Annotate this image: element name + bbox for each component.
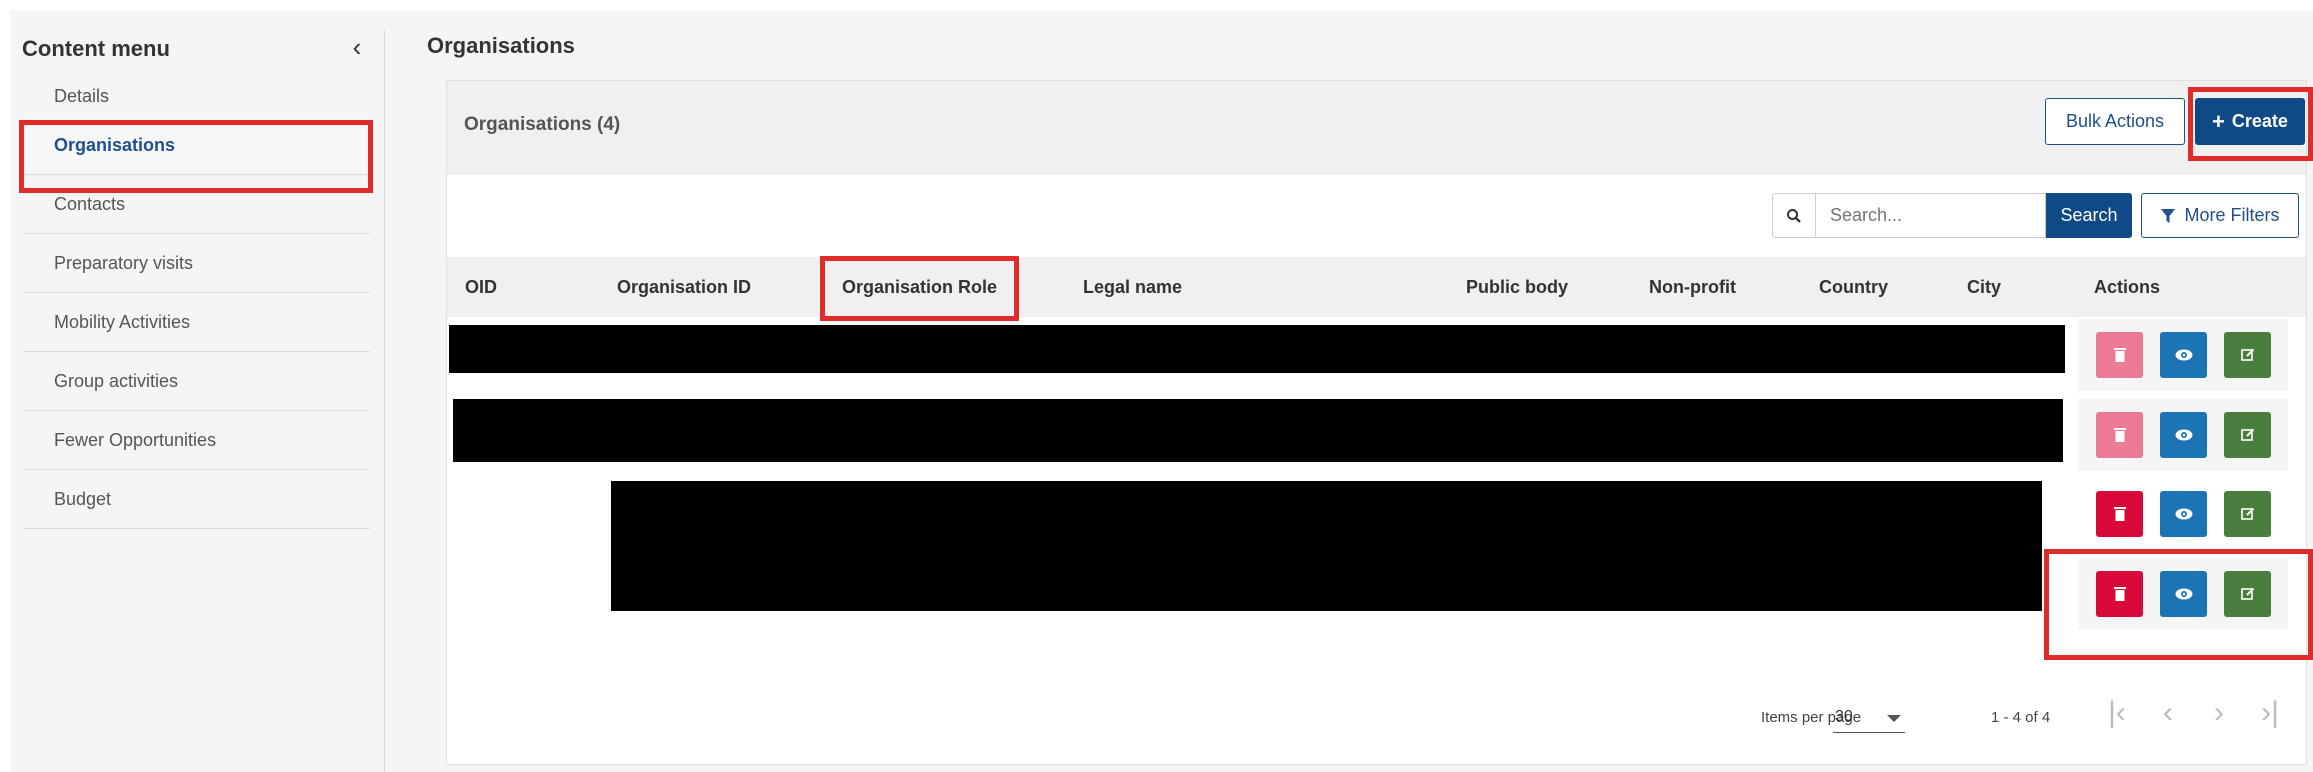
table-row [2078,319,2288,391]
edit-button[interactable] [2224,571,2271,617]
search-input[interactable] [1816,193,2046,238]
filter-icon [2161,208,2176,223]
edit-icon [2240,587,2254,600]
edit-button[interactable] [2224,332,2271,378]
view-button[interactable] [2160,332,2207,378]
sidebar-item-contacts[interactable]: Contacts [24,175,370,234]
column-header-public-body[interactable]: Public body [1466,257,1568,317]
create-button[interactable]: + Create [2195,98,2305,145]
create-button-label: Create [2231,111,2288,131]
redacted-row-content [449,325,2065,373]
eye-icon [2175,588,2192,600]
redacted-row-content [611,481,2042,611]
chevron-left-icon[interactable]: ‹ [345,34,369,60]
delete-button[interactable] [2096,491,2143,537]
trash-icon [2113,507,2126,521]
trash-icon [2113,428,2126,442]
sidebar-item-details[interactable]: Details [24,86,370,116]
column-header-city: City [1967,277,2002,297]
sidebar-item-mobility-activities[interactable]: Mobility Activities [24,293,370,352]
column-header-organisation-id[interactable]: Organisation ID [617,257,751,317]
chevron-down-icon [1887,715,1901,722]
sidebar-item-organisations[interactable]: Organisations [24,116,370,175]
first-page-icon[interactable]: |‹ [2102,696,2132,730]
delete-button[interactable] [2096,332,2143,378]
content-menu: Details Organisations Contacts Preparato… [24,86,370,529]
edit-button[interactable] [2224,412,2271,458]
bulk-actions-button[interactable]: Bulk Actions [2045,98,2185,145]
column-header-legal-name[interactable]: Legal name [1083,257,1182,317]
table-row [2078,478,2288,550]
more-filters-label: More Filters [2184,205,2280,225]
content-menu-sidebar: Content menu ‹ Details Organisations Con… [10,10,390,772]
column-header-oid[interactable]: OID [465,257,497,317]
edit-button[interactable] [2224,491,2271,537]
table-header: OID Organisation ID Organisation Role Le… [447,257,2306,317]
page-range: 1 - 4 of 4 [1991,709,2051,726]
column-header-country[interactable]: Country [1819,257,1888,317]
delete-button[interactable] [2096,412,2143,458]
edit-icon [2240,507,2254,520]
search-icon-box [1772,193,1816,238]
view-button[interactable] [2160,571,2207,617]
search-button[interactable]: Search [2046,193,2132,238]
edit-icon [2240,348,2254,361]
sidebar-title: Content menu [22,36,170,61]
trash-icon [2113,587,2126,601]
sidebar-item-group-activities[interactable]: Group activities [24,352,370,411]
redacted-row-content [453,399,2063,462]
eye-icon [2175,349,2192,361]
panel-title: Organisations (4) [464,114,621,135]
trash-icon [2113,348,2126,362]
search-icon [1787,208,1801,223]
plus-icon: + [2212,108,2225,134]
column-header-non-profit[interactable]: Non-profit [1649,257,1736,317]
last-page-icon[interactable]: ›| [2255,696,2285,730]
delete-button[interactable] [2096,571,2143,617]
prev-page-icon[interactable]: ‹ [2153,696,2183,730]
organisations-panel: Organisations (4) Bulk Actions + Create … [446,80,2307,765]
panel-header: Organisations (4) Bulk Actions + Create [447,81,2306,174]
table-row [2078,399,2288,471]
view-button[interactable] [2160,412,2207,458]
sidebar-item-preparatory-visits[interactable]: Preparatory visits [24,234,370,293]
column-header-organisation-role[interactable]: Organisation Role [842,257,997,317]
more-filters-button[interactable]: More Filters [2141,193,2299,238]
page-title: Organisations [427,33,575,58]
sidebar-divider [384,30,385,772]
eye-icon [2175,508,2192,520]
view-button[interactable] [2160,491,2207,537]
edit-icon [2240,428,2254,441]
sidebar-item-fewer-opportunities[interactable]: Fewer Opportunities [24,411,370,470]
next-page-icon[interactable]: › [2204,696,2234,730]
column-header-actions: Actions [2094,277,2161,297]
eye-icon [2175,429,2192,441]
sidebar-item-budget[interactable]: Budget [24,470,370,529]
table-row [2078,558,2288,630]
